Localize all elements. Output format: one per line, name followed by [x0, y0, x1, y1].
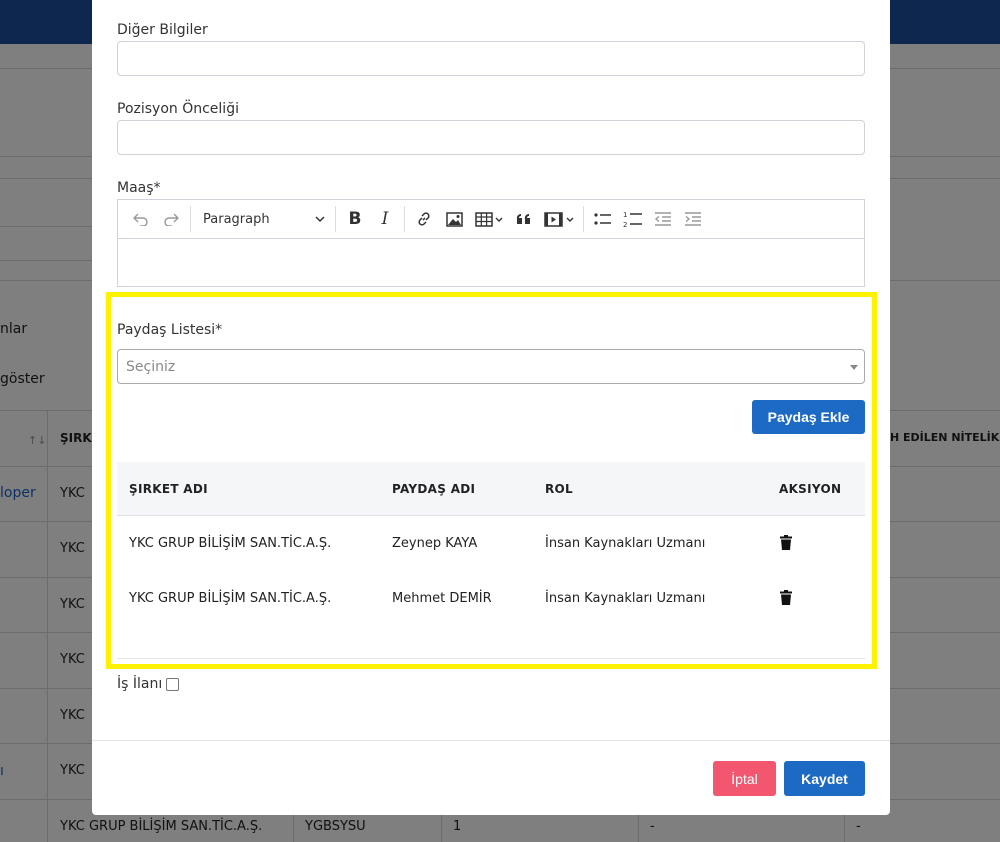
link-icon[interactable]	[409, 205, 439, 233]
pozisyon-onceligi-label: Pozisyon Önceliği	[117, 101, 239, 117]
numbered-list-icon[interactable]: 12	[618, 205, 648, 233]
paragraph-style-dropdown[interactable]: Paragraph	[195, 205, 331, 233]
paydas-section-highlight	[106, 292, 877, 669]
svg-text:1: 1	[623, 211, 627, 219]
toolbar-divider	[335, 206, 336, 232]
modal-footer-divider	[92, 740, 890, 741]
is-ilani-field: İş İlanı	[117, 676, 180, 692]
paragraph-style-label: Paragraph	[203, 211, 270, 227]
quote-icon[interactable]	[509, 205, 539, 233]
pozisyon-onceligi-input[interactable]	[117, 120, 865, 155]
diger-bilgiler-label: Diğer Bilgiler	[117, 22, 208, 38]
maas-rich-text-editor: Paragraph B I 1 2	[117, 199, 865, 287]
media-icon[interactable]	[539, 205, 579, 233]
chevron-down-icon	[315, 215, 325, 222]
redo-icon[interactable]	[156, 205, 186, 233]
editor-content-area[interactable]	[118, 239, 864, 286]
toolbar-divider	[404, 206, 405, 232]
svg-text:2: 2	[623, 221, 627, 228]
table-icon[interactable]	[469, 205, 509, 233]
maas-label: Maaş*	[117, 180, 161, 196]
kaydet-button[interactable]: Kaydet	[784, 761, 865, 796]
diger-bilgiler-input[interactable]	[117, 41, 865, 76]
italic-icon[interactable]: I	[370, 205, 400, 233]
is-ilani-checkbox[interactable]	[166, 677, 180, 691]
toolbar-divider	[190, 206, 191, 232]
indent-icon[interactable]	[678, 205, 708, 233]
is-ilani-label: İş İlanı	[117, 676, 163, 692]
undo-icon[interactable]	[126, 205, 156, 233]
iptal-button[interactable]: İptal	[713, 761, 776, 796]
outdent-icon[interactable]	[648, 205, 678, 233]
image-icon[interactable]	[439, 205, 469, 233]
toolbar-divider	[583, 206, 584, 232]
bold-icon[interactable]: B	[340, 205, 370, 233]
editor-toolbar: Paragraph B I 1 2	[118, 200, 864, 239]
bulleted-list-icon[interactable]	[588, 205, 618, 233]
